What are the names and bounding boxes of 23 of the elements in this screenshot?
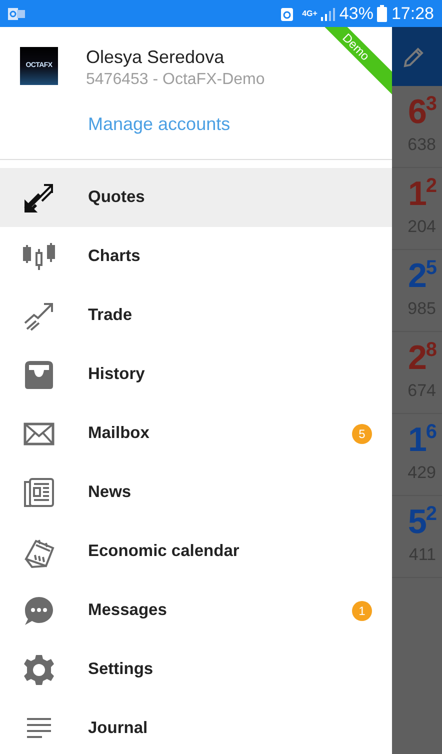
menu-item[interactable]: History bbox=[0, 345, 392, 404]
newspaper-icon bbox=[22, 476, 56, 510]
menu-item[interactable]: News bbox=[0, 463, 392, 522]
signal-icon bbox=[321, 6, 336, 20]
clock: 17:28 bbox=[391, 2, 434, 25]
network-type-label: 4G+ bbox=[302, 10, 318, 18]
account-name: Olesya Seredova bbox=[86, 47, 226, 67]
battery-icon bbox=[377, 5, 388, 22]
account-number: 5476453 - OctaFX-Demo bbox=[86, 70, 265, 90]
menu-item[interactable]: Economic calendar bbox=[0, 522, 392, 581]
settings-icon bbox=[22, 652, 56, 686]
count-badge: 1 bbox=[352, 600, 372, 620]
menu-item[interactable]: Journal bbox=[0, 699, 392, 754]
mail-app-icon bbox=[8, 6, 26, 20]
menu-item[interactable]: Charts bbox=[0, 227, 392, 286]
count-badge: 5 bbox=[352, 424, 372, 444]
sync-icon bbox=[280, 6, 294, 22]
menu-item[interactable]: Quotes bbox=[0, 168, 392, 227]
menu-item[interactable]: Messages 1 bbox=[0, 581, 392, 640]
menu-item[interactable]: Mailbox 5 bbox=[0, 404, 392, 463]
menu-item[interactable]: Settings bbox=[0, 640, 392, 699]
battery-percent: 43% bbox=[339, 2, 374, 25]
menu-item[interactable]: Trade bbox=[0, 286, 392, 345]
